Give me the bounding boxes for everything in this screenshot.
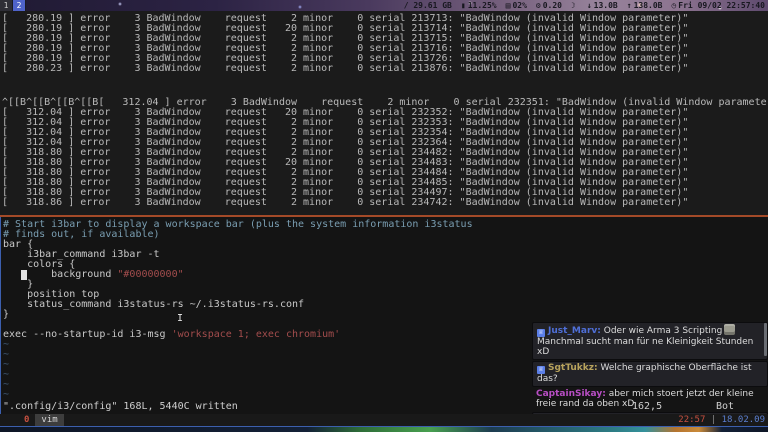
error-log-group-1: [ 280.19 ] error 3 BadWindow request 2 m… xyxy=(2,14,768,74)
vim-block-cursor xyxy=(21,270,27,280)
clock: ◷ Fri 09/02 22:57:40 xyxy=(671,1,765,10)
chat-username: Just_Marv: xyxy=(548,326,601,336)
chat-username: SgtTukkz: xyxy=(548,363,598,373)
vim-string-literal: "#00000000" xyxy=(117,269,184,280)
weather-indicator: ☽ xyxy=(571,0,578,11)
chat-text: Manchmal sucht man für ne Kleinigkeit St… xyxy=(537,337,754,357)
workspace-button-1[interactable]: 1 xyxy=(0,0,13,11)
vim-string-literal: 'workspace 1; exec chromium' xyxy=(171,329,341,340)
terminal-pane[interactable]: [ 280.19 ] error 3 BadWindow request 2 m… xyxy=(0,11,768,215)
bar-time: 22:57 xyxy=(678,415,706,425)
log-line: [ 280.23 ] error 3 BadWindow request 2 m… xyxy=(2,63,689,74)
cpu-icon: ▤ xyxy=(505,1,511,10)
chat-scrollbar[interactable] xyxy=(764,323,767,356)
chat-message: CaptainSikay: aber mich stoert jetzt der… xyxy=(532,388,768,411)
memory-usage: ▮ 11.25% xyxy=(460,1,497,10)
log-line: [ 318.86 ] error 3 BadWindow request 2 m… xyxy=(2,197,689,208)
chat-username: CaptainSikay: xyxy=(536,389,606,399)
gear-icon: ⚙ xyxy=(535,1,541,10)
cpu-usage: ▤ 02% xyxy=(505,1,527,10)
net-upload: ↑ 138.0B xyxy=(626,1,663,10)
vim-code-line: } xyxy=(3,309,10,320)
chat-message: ♕ Just_Marv: Oder wie Arma 3 ScriptingMan… xyxy=(532,322,768,360)
disk-usage: / 29.61 GB xyxy=(403,1,452,10)
load-average: ⚙ 0.20 xyxy=(535,1,562,10)
vim-code-line: i3bar_command i3bar -t xyxy=(3,249,160,260)
desktop: 1 2 / 29.61 GB ▮ 11.25% ▤ 02% ⚙ 0.20 ☽ ↓ 13.… xyxy=(0,0,768,432)
vim-comment-line: # finds out, if available) xyxy=(3,229,160,240)
vim-code-line: } xyxy=(3,279,34,290)
chat-message: ♕ SgtTukkz: Welche graphische Oberfläche … xyxy=(532,361,768,387)
i3status-segments: / 29.61 GB ▮ 11.25% ▤ 02% ⚙ 0.20 ☽ ↓ 13.0B ↑… xyxy=(404,0,768,11)
window-tag[interactable]: 0 xyxy=(0,414,29,426)
separator: | xyxy=(705,415,722,425)
wallpaper-strip xyxy=(0,426,768,432)
net-download: ↓ 13.0B xyxy=(586,1,618,10)
down-arrow-icon: ↓ xyxy=(586,1,592,10)
i3bar: 1 2 / 29.61 GB ▮ 11.25% ▤ 02% ⚙ 0.20 ☽ ↓ 13.… xyxy=(0,0,768,11)
moon-icon: ☽ xyxy=(570,1,576,10)
grey-face-emote xyxy=(724,324,736,335)
clock-icon: ◷ xyxy=(671,1,677,10)
vim-code-line: status_command i3status-rs ~/.i3status-r… xyxy=(3,299,305,310)
bar-date: 18.02.09 xyxy=(721,415,765,425)
memory-icon: ▮ xyxy=(460,1,466,10)
chat-text: Oder wie Arma 3 Scripting xyxy=(603,326,723,336)
prime-badge-icon: ♕ xyxy=(537,366,545,374)
window-title-chip[interactable]: vim xyxy=(35,414,64,426)
mouse-cursor-ibeam: I xyxy=(177,313,184,324)
prime-badge-icon: ♕ xyxy=(537,329,545,337)
error-log-group-2: ^[[B^[[B^[[B^[[B[ 312.04 ] error 3 BadWi… xyxy=(2,98,768,208)
vim-code-line: background "#00000000" xyxy=(3,269,184,280)
bottom-status-bar: 0 vim 22:57 | 18.02.09 xyxy=(0,414,768,426)
up-arrow-icon: ↑ xyxy=(626,1,632,10)
bar-clock: 22:57 | 18.02.09 xyxy=(678,414,768,426)
workspace-button-2[interactable]: 2 xyxy=(13,0,26,11)
